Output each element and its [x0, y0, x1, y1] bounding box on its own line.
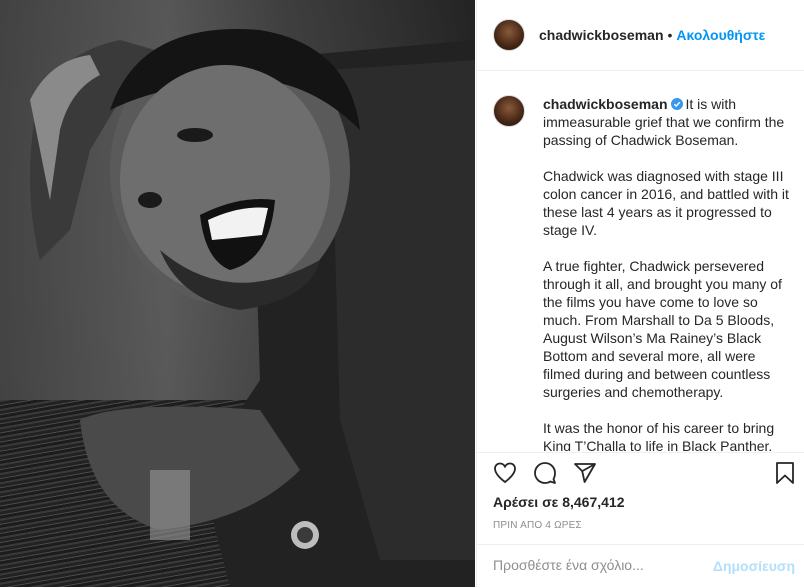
caption-body: chadwickboseman It is with immeasurable g…: [543, 95, 789, 451]
caption-area: chadwickboseman It is with immeasurable g…: [477, 71, 804, 451]
share-icon[interactable]: [573, 461, 597, 485]
post-timestamp[interactable]: ΠΡΙΝ ΑΠΟ 4 ΩΡΕΣ: [493, 520, 582, 531]
comment-bar: Δημοσίευση: [477, 544, 804, 588]
action-bar: [477, 452, 804, 493]
post-sidebar: chadwickboseman • Ακολουθήστε chadwickbo…: [476, 0, 804, 587]
author-avatar[interactable]: [493, 19, 525, 51]
comment-input[interactable]: [493, 557, 713, 573]
post-photo[interactable]: [0, 0, 475, 587]
caption-text: It is with immeasurable grief that we co…: [543, 96, 789, 451]
heart-icon[interactable]: [493, 461, 517, 485]
author-username[interactable]: chadwickboseman: [539, 27, 664, 43]
likes-count[interactable]: Αρέσει σε 8,467,412: [493, 494, 624, 510]
post-header: chadwickboseman • Ακολουθήστε: [477, 0, 804, 71]
verified-badge-icon: [670, 98, 683, 110]
bookmark-icon[interactable]: [773, 461, 797, 485]
separator-dot: •: [667, 27, 673, 43]
follow-button[interactable]: Ακολουθήστε: [676, 27, 765, 43]
caption-author-avatar[interactable]: [493, 95, 525, 127]
photo-subject: [30, 29, 475, 587]
post-comment-button[interactable]: Δημοσίευση: [713, 558, 795, 574]
caption-username[interactable]: chadwickboseman: [543, 96, 668, 112]
comment-icon[interactable]: [533, 461, 557, 485]
instagram-post-view: chadwickboseman • Ακολουθήστε chadwickbo…: [0, 0, 804, 587]
